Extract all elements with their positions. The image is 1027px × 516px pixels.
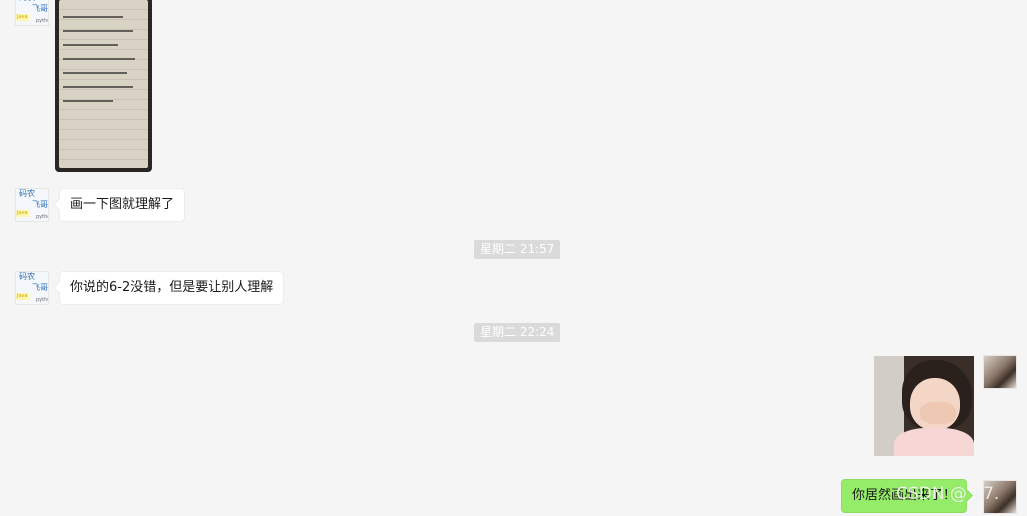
message-sticker-laughing-girl[interactable] xyxy=(874,356,974,456)
avatar-text-line2: 飞哥 xyxy=(32,4,48,13)
handwriting-line xyxy=(63,30,133,32)
message-photo-notebook[interactable] xyxy=(55,0,152,172)
avatar-text-line3: Java xyxy=(16,293,29,300)
sticker-hands xyxy=(920,402,956,424)
avatar-other[interactable]: 码农 飞哥 Java python xyxy=(15,271,49,305)
avatar-text-line3: Java xyxy=(16,210,29,217)
message-bubble-incoming[interactable]: 画一下图就理解了 xyxy=(59,188,186,222)
avatar-me[interactable] xyxy=(983,355,1017,389)
avatar-text-line4: python xyxy=(36,18,48,24)
handwriting-line xyxy=(63,86,133,88)
avatar-text-line2: 飞哥 xyxy=(32,200,48,209)
avatar-text-line3: Java xyxy=(16,14,29,21)
avatar-text-line1: 码农 xyxy=(19,189,35,198)
csdn-watermark: CSDN @ 27. xyxy=(896,484,1000,504)
avatar-other[interactable]: 码农 飞哥 Java python xyxy=(15,188,49,222)
handwriting-line xyxy=(63,72,127,74)
avatar-text-line4: python xyxy=(36,297,48,303)
timestamp-badge: 星期二 22:24 xyxy=(474,323,561,342)
handwriting-line xyxy=(63,100,113,102)
message-bubble-incoming[interactable]: 你说的6-2没错，但是要让别人理解 xyxy=(59,271,285,305)
avatar-other[interactable]: 码农 飞哥 Java python xyxy=(15,0,49,26)
avatar-text-line4: python xyxy=(36,214,48,220)
avatar-text-line1: 码农 xyxy=(19,272,35,281)
sticker-shirt xyxy=(894,428,974,456)
avatar-text-line1: 码农 xyxy=(19,0,35,3)
timestamp-badge: 星期二 21:57 xyxy=(474,240,561,259)
notebook-paper xyxy=(59,0,148,168)
handwriting-line xyxy=(63,16,123,18)
avatar-text-line2: 飞哥 xyxy=(32,283,48,292)
handwriting-line xyxy=(63,58,135,60)
handwriting-line xyxy=(63,44,118,46)
